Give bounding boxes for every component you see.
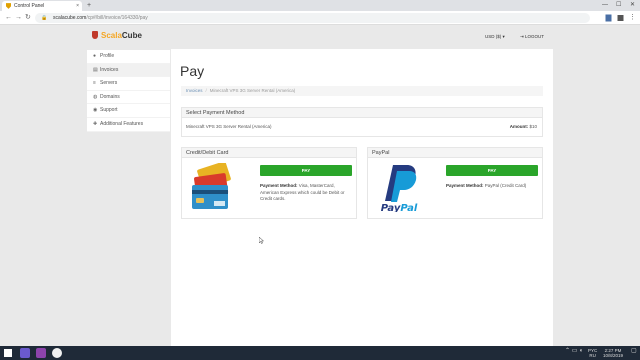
- select-payment-panel: Select Payment Method Minecraft VPS 3G S…: [181, 107, 543, 137]
- taskbar-app-icon[interactable]: [20, 348, 30, 358]
- new-tab-button[interactable]: +: [87, 0, 91, 11]
- clock[interactable]: 2:27 PM 10/8/2019: [603, 348, 623, 358]
- start-icon[interactable]: [4, 349, 12, 357]
- method-label: Payment Method:: [260, 183, 298, 188]
- forward-icon[interactable]: →: [15, 13, 22, 23]
- sidebar-item-label: Servers: [100, 80, 118, 87]
- address-bar[interactable]: 🔒 scalacube.com/cp#/bill/invoice/164330/…: [35, 13, 590, 23]
- sidebar-item-label: Domains: [100, 93, 120, 100]
- taskbar-app-icon[interactable]: [36, 348, 46, 358]
- logout-label: LOGOUT: [525, 34, 545, 39]
- paypal-panel: PayPal PayPal PAY Payment Method: PayPal…: [367, 147, 543, 219]
- extension-icon[interactable]: [617, 14, 624, 22]
- language-indicator[interactable]: PYC RU: [588, 348, 597, 358]
- minimize-icon[interactable]: —: [602, 0, 608, 10]
- lang-code-2: RU: [589, 353, 596, 358]
- scalacube-logo[interactable]: ScalaCube: [92, 30, 142, 41]
- credit-card-panel: Credit/Debit Card PAY Payment Method: Vi…: [181, 147, 357, 219]
- tab-title: Control Panel: [14, 3, 45, 9]
- paypal-heading: PayPal: [368, 148, 542, 158]
- taskbar: ⌃ ▭ ◖ PYC RU 2:27 PM 10/8/2019 ▢: [0, 346, 640, 360]
- svg-text:PayPal: PayPal: [381, 203, 418, 212]
- main-content: Pay Invoices / Minecraft VPS 3G Server Ren…: [171, 49, 553, 346]
- credit-cards-icon: [192, 163, 231, 209]
- method-text: PayPal (Credit Card): [484, 183, 527, 188]
- sidebar-item-label: Additional Features: [100, 120, 144, 127]
- method-label: Payment Method:: [446, 183, 484, 188]
- sidebar: ● Profile ▤ Invoices ≡ Servers ◍ Domains ◉ Su…: [87, 50, 170, 132]
- sidebar-item-servers[interactable]: ≡ Servers: [87, 77, 170, 91]
- credit-card-heading: Credit/Debit Card: [182, 148, 356, 158]
- breadcrumb: Invoices / Minecraft VPS 3G Server Rental …: [181, 86, 543, 96]
- lock-icon: 🔒: [41, 15, 48, 21]
- maximize-icon[interactable]: ☐: [616, 0, 621, 10]
- plugin-icon: ✚: [93, 120, 98, 127]
- clock-date: 10/8/2019: [603, 353, 624, 358]
- sidebar-item-support[interactable]: ◉ Support: [87, 104, 170, 118]
- logo-scala-text: Scala: [101, 31, 122, 40]
- mouse-cursor-icon: [259, 237, 264, 244]
- paypal-method: Payment Method: PayPal (Credit Card): [446, 183, 540, 190]
- url-path: /cp#/bill/invoice/164330/pay: [86, 15, 148, 21]
- url-domain: scalacube.com: [53, 15, 87, 21]
- product-name: Minecraft VPS 3G Server Rental (America): [186, 124, 272, 129]
- sidebar-item-profile[interactable]: ● Profile: [87, 50, 170, 64]
- scalacube-favicon-icon: [6, 3, 11, 9]
- credit-card-pay-button[interactable]: PAY: [260, 165, 352, 176]
- page-title: Pay: [180, 63, 205, 79]
- tab-close-icon[interactable]: ×: [76, 1, 79, 11]
- tab-strip: Control Panel × + — ☐ ✕: [0, 0, 640, 11]
- browser-toolbar: ← → ↻ 🔒 scalacube.com/cp#/bill/invoice/1…: [0, 11, 640, 25]
- amount: Amount: $10: [510, 124, 537, 129]
- credit-card-method: Payment Method: Visa, MasterCard, Americ…: [260, 183, 354, 203]
- sidebar-item-invoices[interactable]: ▤ Invoices: [87, 63, 170, 78]
- breadcrumb-separator: /: [205, 88, 207, 93]
- user-icon: ●: [93, 53, 97, 59]
- currency-selector[interactable]: USD ($) ▾: [485, 34, 505, 40]
- paypal-pay-button[interactable]: PAY: [446, 165, 538, 176]
- window-close-icon[interactable]: ✕: [630, 0, 635, 10]
- amount-label: Amount:: [509, 124, 529, 129]
- menu-icon[interactable]: ⋮: [629, 13, 636, 23]
- breadcrumb-current: Minecraft VPS 3G Server Rental (America): [209, 88, 296, 93]
- breadcrumb-invoices-link[interactable]: Invoices: [186, 88, 203, 93]
- chrome-icon[interactable]: [52, 348, 62, 358]
- globe-icon: ◍: [93, 93, 98, 100]
- back-icon[interactable]: ←: [5, 13, 12, 23]
- logo-cube-text: Cube: [121, 31, 142, 40]
- sidebar-item-label: Support: [100, 107, 118, 114]
- notifications-icon[interactable]: ▢: [631, 348, 637, 354]
- logout-button[interactable]: ⇥ LOGOUT: [520, 34, 544, 40]
- help-icon: ◉: [93, 107, 98, 114]
- amount-value: $10: [529, 124, 537, 129]
- select-payment-heading: Select Payment Method: [182, 108, 542, 118]
- translate-icon[interactable]: [605, 14, 612, 22]
- site-header: ScalaCube USD ($) ▾ ⇥ LOGOUT: [86, 25, 553, 49]
- reload-icon[interactable]: ↻: [25, 13, 31, 23]
- sidebar-item-label: Profile: [100, 53, 115, 59]
- server-icon: ≡: [93, 80, 96, 87]
- tray-icons[interactable]: ⌃ ▭ ◖: [565, 348, 583, 354]
- invoice-icon: ▤: [93, 66, 98, 73]
- sidebar-item-domains[interactable]: ◍ Domains: [87, 90, 170, 105]
- paypal-logo-icon: PayPal: [381, 165, 418, 212]
- sidebar-item-label: Invoices: [100, 66, 119, 73]
- logo-shield-icon: [92, 31, 98, 39]
- sidebar-item-additional-features[interactable]: ✚ Additional Features: [87, 117, 170, 132]
- browser-tab[interactable]: Control Panel ×: [2, 1, 82, 11]
